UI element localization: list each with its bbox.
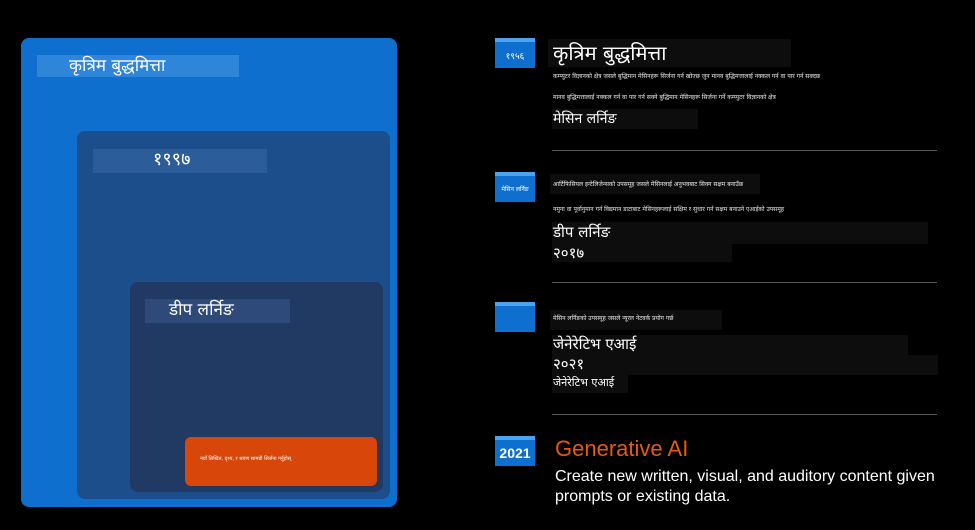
timeline-title-ai: कृत्रिम बुद्धमित्ता bbox=[553, 41, 667, 65]
ml-label: १९९७ bbox=[93, 149, 267, 173]
year-badge-gen bbox=[495, 302, 535, 332]
timeline-desc-ai-1: कम्प्युटर विज्ञानको क्षेत्र जसले बुद्धिम… bbox=[553, 73, 821, 80]
timeline-title-dl: डीप लर्निङ bbox=[553, 223, 611, 241]
timeline-year-2021: २०२१ bbox=[553, 355, 585, 373]
divider bbox=[552, 150, 937, 151]
year-badge-ml: मेसिन लर्निङ bbox=[495, 172, 535, 202]
divider bbox=[552, 414, 937, 415]
divider bbox=[552, 282, 937, 283]
dl-label: डीप लर्निङ bbox=[145, 299, 290, 323]
timeline-line-ml-2: नमुना वा पूर्वानुमान गर्न विद्यमान डाटाब… bbox=[553, 206, 785, 213]
timeline-line-gen-1: मेसिन लर्निङको उपसमूह जसले न्यूरल नेटवर्… bbox=[553, 315, 674, 322]
generative-ai-description: Create new written, visual, and auditory… bbox=[555, 468, 935, 505]
gen-ai-box-text: नयाँ लिखित, दृश्य, र श्रवण सामग्री सिर्ज… bbox=[200, 456, 292, 462]
year-bg bbox=[552, 355, 938, 375]
timeline-year-2017: २०१७ bbox=[553, 244, 585, 262]
generative-ai-title: Generative AI bbox=[555, 436, 689, 461]
timeline-line-ml-1: आर्टिफिसियल इन्टेलिजेन्सको उपसमूह जसले म… bbox=[553, 181, 744, 188]
year-badge-2021: 2021 bbox=[495, 436, 535, 466]
timeline-desc-ai-2: मानव बुद्धिमत्तालाई नक्कल गर्न वा पार गर… bbox=[553, 94, 776, 101]
timeline-sub-ml: मेसिन लर्निङ bbox=[553, 111, 617, 127]
timeline-title-gen: जेनेरेटिभ एआई bbox=[553, 335, 637, 353]
year-badge-1956: १९५६ bbox=[495, 38, 535, 68]
timeline-sub-gen: जेनेरेटिभ एआई bbox=[553, 376, 615, 389]
ai-label: कृत्रिम बुद्धमित्ता bbox=[37, 55, 239, 77]
